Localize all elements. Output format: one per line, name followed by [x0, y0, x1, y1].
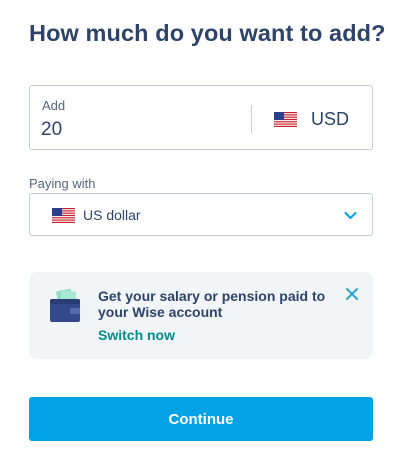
amount-field[interactable]: Add USD — [29, 85, 373, 150]
paying-with-select[interactable]: US dollar — [29, 193, 373, 236]
paying-with-label: Paying with — [29, 176, 96, 191]
chevron-down-icon — [344, 212, 357, 219]
switch-now-link[interactable]: Switch now — [98, 327, 175, 343]
wallet-icon — [50, 288, 80, 322]
amount-input[interactable] — [41, 118, 241, 142]
page-title: How much do you want to add? — [29, 20, 386, 46]
currency-picker[interactable]: USD — [274, 107, 349, 131]
paying-with-value: US dollar — [83, 207, 141, 223]
us-flag-icon — [52, 208, 75, 223]
currency-code: USD — [311, 108, 350, 129]
salary-promo-card: Get your salary or pension paid to your … — [29, 272, 373, 359]
close-icon[interactable] — [345, 287, 359, 301]
us-flag-icon — [274, 111, 297, 127]
continue-button[interactable]: Continue — [29, 397, 373, 441]
amount-divider — [251, 105, 252, 133]
amount-label: Add — [42, 98, 66, 113]
promo-text: Get your salary or pension paid to your … — [98, 288, 326, 320]
